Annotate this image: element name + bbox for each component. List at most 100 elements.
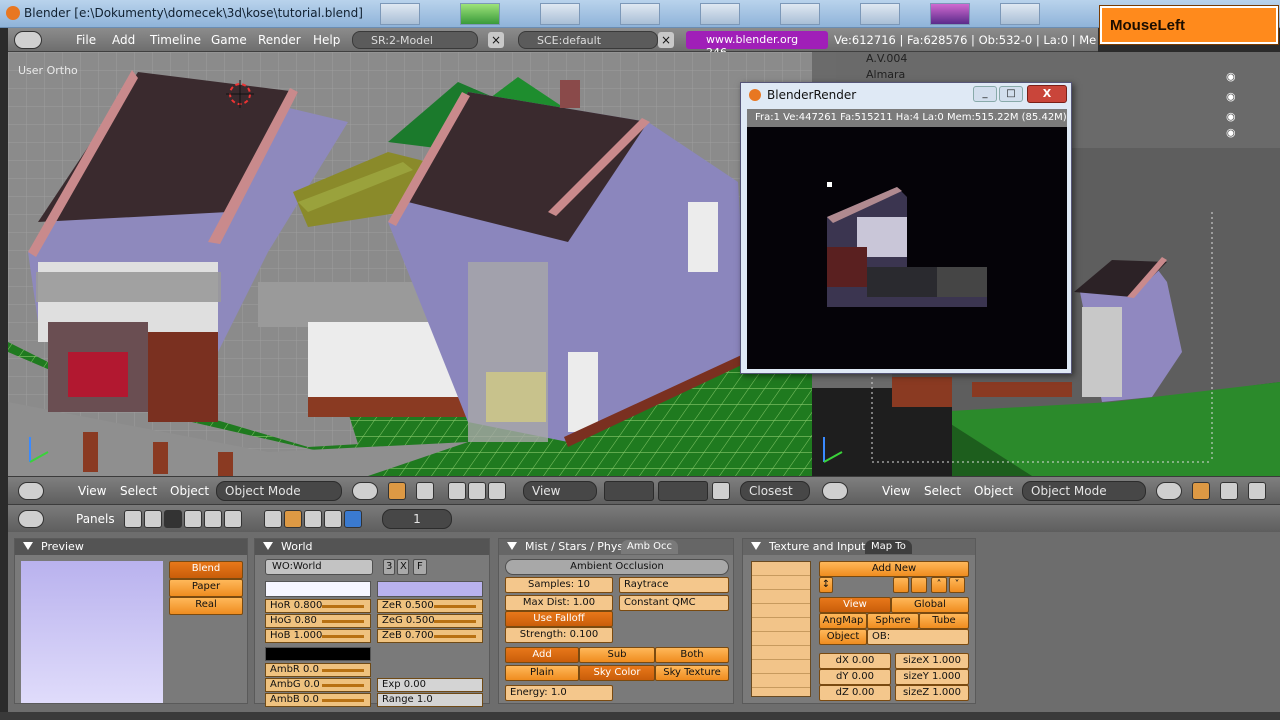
collapse-triangle-icon[interactable]	[507, 542, 517, 550]
scene-icon[interactable]	[224, 510, 242, 528]
taskbar-thumb-icon[interactable]	[860, 3, 900, 25]
ambient-red-slider[interactable]: AmbR 0.0	[265, 663, 371, 677]
pivot-icon[interactable]	[388, 482, 406, 500]
blender-url-link[interactable]: www.blender.org 246	[686, 31, 828, 59]
taskbar-thumb-icon[interactable]	[930, 3, 970, 25]
ao-use-falloff-button[interactable]: Use Falloff	[505, 611, 613, 627]
menu-render[interactable]: Render	[258, 33, 301, 47]
world-unlink-button[interactable]: X	[397, 559, 409, 575]
mode-select[interactable]: Object Mode	[1022, 481, 1146, 501]
rotate-icon[interactable]	[468, 482, 486, 500]
ao-max-dist-field[interactable]: Max Dist: 1.00	[505, 595, 613, 611]
texture-add-new-button[interactable]: Add New	[819, 561, 969, 577]
ao-samples-field[interactable]: Samples: 10	[505, 577, 613, 593]
texco-angmap-button[interactable]: AngMap	[819, 613, 867, 629]
radiosity-icon[interactable]	[324, 510, 342, 528]
window-type-icon[interactable]	[18, 510, 44, 528]
menu-game[interactable]: Game	[211, 33, 247, 47]
zenith-red-slider[interactable]: ZeR 0.500	[377, 599, 483, 613]
menu-add[interactable]: Add	[112, 33, 135, 47]
texture-input-tab[interactable]: Texture and Input	[769, 540, 865, 553]
ao-sub-button[interactable]: Sub	[579, 647, 655, 663]
taskbar-thumb-icon[interactable]	[780, 3, 820, 25]
taskbar-thumb-icon[interactable]	[460, 3, 500, 25]
script-icon[interactable]	[144, 510, 162, 528]
zenith-color-swatch[interactable]	[377, 581, 483, 597]
eye-icon[interactable]: ◉	[1226, 126, 1236, 139]
close-scene-icon[interactable]: ×	[658, 32, 674, 48]
ao-sampling-select[interactable]: Constant QMC	[619, 595, 729, 611]
texco-global-button[interactable]: Global	[891, 597, 969, 613]
texture-down-icon[interactable]: ˅	[949, 577, 965, 593]
viewport-3d-left[interactable]: User Ortho	[8, 52, 812, 476]
collapse-triangle-icon[interactable]	[23, 542, 33, 550]
eye-icon[interactable]: ◉	[1226, 70, 1236, 83]
preview-real-button[interactable]: Real	[169, 597, 243, 615]
horizon-green-slider[interactable]: HoG 0.80	[265, 614, 371, 628]
scene-select[interactable]: SCE:default	[518, 31, 658, 49]
close-button[interactable]: X	[1027, 85, 1067, 103]
preview-panel-title[interactable]: Preview	[15, 539, 247, 555]
texture-menu-icon[interactable]: ↕	[819, 577, 833, 593]
minimize-icon[interactable]: _	[973, 86, 997, 102]
taskbar-thumb-icon[interactable]	[540, 3, 580, 25]
menu-select[interactable]: Select	[120, 484, 157, 498]
window-type-icon[interactable]	[18, 482, 44, 500]
manipulator-icon[interactable]	[416, 482, 434, 500]
preview-blend-button[interactable]: Blend	[169, 561, 243, 579]
texture-panel-title[interactable]: Texture and Input Map To	[743, 539, 975, 555]
collapse-triangle-icon[interactable]	[263, 542, 273, 550]
preview-paper-button[interactable]: Paper	[169, 579, 243, 597]
range-slider[interactable]: Range 1.0	[377, 693, 483, 707]
map-to-tab[interactable]: Map To	[865, 540, 912, 554]
texco-object-field[interactable]: OB:	[867, 629, 969, 645]
ao-toggle-button[interactable]: Ambient Occlusion	[505, 559, 729, 575]
render-window[interactable]: BlenderRender _ □ X Fra:1 Ve:447261 Fa:5…	[740, 82, 1072, 374]
ambient-blue-slider[interactable]: AmbB 0.0	[265, 693, 371, 707]
ao-add-button[interactable]: Add	[505, 647, 579, 663]
shading-icon[interactable]	[164, 510, 182, 528]
size-y-field[interactable]: sizeY 1.000	[895, 669, 969, 685]
manipulator-icon[interactable]	[1220, 482, 1238, 500]
eye-icon[interactable]: ◉	[1226, 90, 1236, 103]
editing-icon[interactable]	[204, 510, 222, 528]
screen-select[interactable]: SR:2-Model	[352, 31, 478, 49]
layers-grid[interactable]	[604, 481, 654, 501]
lamp-icon[interactable]	[264, 510, 282, 528]
scale-icon[interactable]	[488, 482, 506, 500]
maximize-icon[interactable]: □	[999, 86, 1023, 102]
menu-object[interactable]: Object	[974, 484, 1013, 498]
outliner-item[interactable]: Almara	[866, 68, 905, 81]
menu-help[interactable]: Help	[313, 33, 340, 47]
layers-grid-2[interactable]	[658, 481, 708, 501]
horizon-color-swatch[interactable]	[265, 581, 371, 597]
world-name-field[interactable]: WO:World	[265, 559, 373, 575]
zenith-green-slider[interactable]: ZeG 0.500	[377, 614, 483, 628]
mode-select[interactable]: Object Mode	[216, 481, 342, 501]
texco-view-button[interactable]: View	[819, 597, 891, 613]
window-type-icon[interactable]	[822, 482, 848, 500]
texture-channel-list[interactable]	[751, 561, 811, 697]
outliner-item[interactable]: A.V.004	[866, 52, 907, 65]
texture-copy-icon[interactable]	[893, 577, 909, 593]
world-users-count[interactable]: 3	[383, 559, 395, 575]
taskbar-thumb-icon[interactable]	[700, 3, 740, 25]
ao-strength-field[interactable]: Strength: 0.100	[505, 627, 613, 643]
world-fake-user-button[interactable]: F	[413, 559, 427, 575]
logic-icon[interactable]	[124, 510, 142, 528]
zenith-blue-slider[interactable]: ZeB 0.700	[377, 629, 483, 643]
close-screen-icon[interactable]: ×	[488, 32, 504, 48]
texco-object-button[interactable]: Object	[819, 629, 867, 645]
texco-sphere-button[interactable]: Sphere	[867, 613, 919, 629]
horizon-red-slider[interactable]: HoR 0.800	[265, 599, 371, 613]
ao-sky-color-button[interactable]: Sky Color	[579, 665, 655, 681]
size-z-field[interactable]: sizeZ 1.000	[895, 685, 969, 701]
taskbar-thumb-icon[interactable]	[380, 3, 420, 25]
draw-type-icon[interactable]	[1156, 482, 1182, 500]
texture-up-icon[interactable]: ˄	[931, 577, 947, 593]
draw-type-icon[interactable]	[352, 482, 378, 500]
pivot-icon[interactable]	[1192, 482, 1210, 500]
world-panel-title[interactable]: World	[255, 539, 489, 555]
menu-file[interactable]: File	[76, 33, 96, 47]
ao-sky-texture-button[interactable]: Sky Texture	[655, 665, 729, 681]
